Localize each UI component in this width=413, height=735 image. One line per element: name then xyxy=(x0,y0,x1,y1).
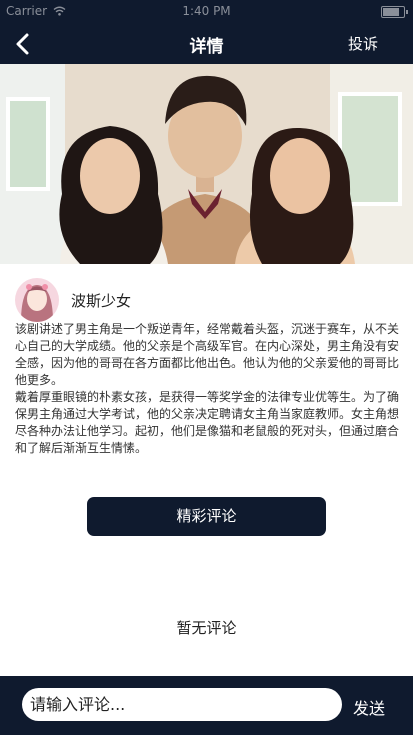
battery-level xyxy=(383,8,399,16)
comment-bar: 发送 xyxy=(0,676,413,735)
empty-comments-text: 暂无评论 xyxy=(176,619,237,637)
article-paragraph: 戴着厚重眼镜的朴素女孩，是获得一等奖学金的法律专业优等生。为了确保男主角通过大学… xyxy=(15,390,400,455)
nav-bar: 详情 投诉 xyxy=(0,22,413,64)
status-time: 1:40 PM xyxy=(182,4,231,18)
author-row[interactable]: 波斯少女 xyxy=(15,278,131,322)
battery-icon xyxy=(381,6,408,18)
avatar-image xyxy=(15,278,59,322)
hero-image xyxy=(0,64,413,264)
article-paragraph: 该剧讲述了男主角是一个叛逆青年，经常戴着头盔，沉迷于赛车，从不关心自己的大学成绩… xyxy=(15,322,400,387)
article-body: 该剧讲述了男主角是一个叛逆青年，经常戴着头盔，沉迷于赛车，从不关心自己的大学成绩… xyxy=(15,321,399,457)
cast-photo xyxy=(0,64,413,264)
send-button[interactable]: 发送 xyxy=(353,695,385,719)
avatar xyxy=(15,278,59,322)
status-bar: Carrier 1:40 PM xyxy=(0,0,413,22)
back-button[interactable] xyxy=(10,30,38,58)
comment-input[interactable] xyxy=(22,688,342,721)
chevron-left-icon xyxy=(16,33,29,55)
author-name: 波斯少女 xyxy=(71,291,132,310)
featured-comments-button[interactable]: 精彩评论 xyxy=(87,497,326,536)
report-button[interactable]: 投诉 xyxy=(348,33,378,54)
